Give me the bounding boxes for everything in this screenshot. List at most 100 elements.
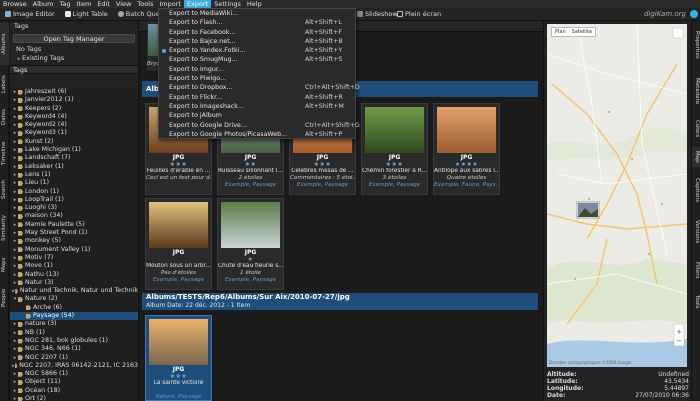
tab-maps[interactable]: Maps (0, 251, 9, 279)
chevron-right-icon[interactable]: ▸ (12, 171, 18, 179)
tag-item[interactable]: ▸ NGC 5866 (1) (10, 370, 138, 378)
digikam-logo[interactable]: digiKam.org (644, 8, 686, 21)
export-menu-item[interactable]: Export to Dropbox... Ctrl+Alt+Shift+D (159, 83, 360, 92)
chevron-right-icon[interactable]: ▸ (12, 179, 18, 187)
tag-item[interactable]: ▸ May Street Pond (1) (10, 229, 138, 237)
tag-item[interactable]: ▸ LoopTrail (1) (10, 196, 138, 204)
image-thumbnail[interactable]: JPG Mouton sous un arbr... Pas d'étoiles Ex… (145, 198, 212, 290)
chevron-right-icon[interactable]: ▸ (12, 154, 18, 162)
map-view[interactable]: + − Plan Satellite Données cartographiqu… (547, 24, 687, 367)
tab-colors[interactable]: Colors (692, 115, 700, 143)
chevron-right-icon[interactable]: ▸ (12, 287, 15, 295)
tab-tools[interactable]: Tools (692, 289, 700, 315)
tag-item[interactable]: ▸ Natur und Technik, Natur und Technik (10, 287, 138, 295)
digikam-icon[interactable] (690, 10, 698, 18)
chevron-right-icon[interactable]: ▸ (12, 354, 18, 362)
chevron-right-icon[interactable]: ▸ (12, 188, 18, 196)
tag-item[interactable]: ▸ NGC 281, bok globules (1) (10, 337, 138, 345)
chevron-right-icon[interactable]: ▸ (12, 113, 18, 121)
export-menu-item[interactable]: Export to Imgur... (159, 65, 355, 74)
chevron-right-icon[interactable]: ▸ (12, 271, 18, 279)
image-editor-button[interactable]: Image Editor (0, 8, 60, 21)
export-menu-item[interactable]: Export to Imageshack... Alt+Shift+M (159, 102, 355, 111)
tag-item[interactable]: ▸ Landschaft (7) (10, 154, 138, 162)
tag-item[interactable]: ▸ NGC 2207, IRAS 06142-2121, IC 2163 (10, 362, 138, 370)
tag-item[interactable]: ▸ Kunst (2) (10, 138, 138, 146)
tag-item[interactable]: ▸ Keyword2 (4) (10, 121, 138, 129)
tag-item[interactable]: ▸ Keyword4 (4) (10, 113, 138, 121)
tab-albums[interactable]: Albums (0, 23, 9, 65)
tag-item[interactable]: ▸ Motiv (7) (10, 254, 138, 262)
chevron-right-icon[interactable]: ▸ (12, 337, 18, 345)
tag-item[interactable]: ▸ London (1) (10, 188, 138, 196)
tag-item[interactable]: ▸ Object (11) (10, 378, 138, 386)
tab-versions[interactable]: Versions (692, 213, 700, 251)
open-tag-manager-button[interactable]: Open Tag Manager (13, 34, 135, 43)
chevron-right-icon[interactable]: ▸ (12, 138, 18, 146)
album-header-2[interactable]: Albums/TESTS/Rep6/Albums/Sur Aix/2010-07… (142, 293, 538, 310)
chevron-right-icon[interactable]: ▸ (12, 387, 18, 395)
tag-item[interactable]: ▸ NB (1) (10, 329, 138, 337)
chevron-right-icon[interactable]: ▸ (12, 229, 18, 237)
export-menu-item[interactable]: Export to Yandex.Fotki... Alt+Shift+Y (159, 46, 355, 55)
chevron-right-icon[interactable]: ▸ (12, 204, 18, 212)
tab-labels[interactable]: Labels (0, 69, 9, 99)
fullscreen-button[interactable]: Plein écran (392, 8, 446, 21)
tag-item[interactable]: ▸ Keepers (2) (10, 105, 138, 113)
chevron-right-icon[interactable]: ▸ (12, 279, 18, 287)
tag-item[interactable]: ▸ Move (1) (10, 262, 138, 270)
export-menu-item[interactable]: Export to Piwigo... (159, 74, 355, 83)
export-menu-item[interactable]: Export to Flash... Alt+Shift+L (159, 18, 355, 27)
tag-item[interactable]: ▸ Ort (2) (10, 395, 138, 401)
tab-similarity[interactable]: Similarity (0, 209, 9, 247)
tab-search[interactable]: Search (0, 175, 9, 205)
tab-people[interactable]: People (0, 283, 9, 313)
tab-captions[interactable]: Captions (692, 171, 700, 209)
tag-item[interactable]: Paysage (54) (10, 312, 138, 321)
chevron-right-icon[interactable]: ▸ (12, 246, 18, 254)
tab-map[interactable]: Map (692, 147, 700, 167)
chevron-right-icon[interactable]: ▸ (12, 146, 18, 154)
tag-tree[interactable]: ▸ Jahreszeit (6) ▸ Janvier2012 (1) ▸ Keepers … (10, 88, 138, 401)
chevron-right-icon[interactable]: ▸ (12, 196, 18, 204)
chevron-right-icon[interactable]: ▸ (12, 96, 18, 104)
chevron-down-icon[interactable]: ▾ (12, 295, 18, 303)
map-tab-plan[interactable]: Plan (552, 28, 569, 36)
tag-item[interactable]: ▸ NGC 346, N66 (1) (10, 345, 138, 353)
tab-dates[interactable]: Dates (0, 103, 9, 131)
chevron-right-icon[interactable]: ▸ (12, 221, 18, 229)
chevron-right-icon[interactable]: ▸ (12, 121, 18, 129)
tag-item[interactable]: ▸ Lake Michigan (1) (10, 146, 138, 154)
chevron-right-icon[interactable]: ▸ (12, 105, 18, 113)
tag-item[interactable]: ▸ Jahreszeit (6) (10, 88, 138, 96)
tag-item[interactable]: ▸ Luoghi (3) (10, 204, 138, 212)
image-thumbnail[interactable]: JPG ★★★★ Antilope aux sabres i... Quatre ét… (433, 103, 500, 195)
chevron-right-icon[interactable]: ▸ (12, 129, 18, 137)
chevron-right-icon[interactable]: ▸ (12, 370, 18, 378)
chevron-right-icon[interactable]: ▸ (12, 378, 18, 386)
menu-help[interactable]: Help (244, 0, 265, 8)
tab-metadata[interactable]: Metadata (692, 71, 700, 111)
export-menu-item[interactable]: Export to MediaWiki... (159, 9, 355, 18)
tag-item[interactable]: ▸ monkey (5) (10, 237, 138, 245)
export-menu-item[interactable]: Export to Bajce.net... Alt+Shift+B (159, 37, 355, 46)
tag-item[interactable]: ▸ Lens (1) (10, 171, 138, 179)
image-thumbnail[interactable]: JPG ★★★ Chemin forestier à R... 3 étoiles Ex… (361, 103, 428, 195)
chevron-right-icon[interactable]: ▸ (12, 320, 18, 328)
tab-properties[interactable]: Properties (692, 23, 700, 67)
tag-item[interactable]: ▸ Monument Valley (1) (10, 246, 138, 254)
export-menu-item[interactable]: Export to Google Photos/PicasaWeb... Alt+… (159, 130, 355, 139)
chevron-right-icon[interactable]: ▸ (12, 237, 18, 245)
export-menu-item[interactable]: Export to Facebook... Alt+Shift+F (159, 28, 355, 37)
tab-filters[interactable]: Filters (692, 255, 700, 285)
chevron-right-icon[interactable]: ▸ (12, 329, 18, 337)
no-tags-item[interactable]: No Tags (10, 45, 138, 54)
chevron-right-icon[interactable]: ▸ (12, 395, 18, 401)
tag-item[interactable]: ▾ Nature (2) (10, 295, 138, 303)
existing-tags-item[interactable]: ▸ Existing Tags (10, 54, 138, 63)
chevron-right-icon[interactable]: ▸ (12, 345, 18, 353)
tags-column-header[interactable]: Tags (10, 65, 138, 74)
light-table-button[interactable]: Light Table (60, 8, 113, 21)
tag-item[interactable]: ▸ Mamie Paulette (5) (10, 221, 138, 229)
export-menu-item[interactable]: Export to SmugMug... Alt+Shift+S (159, 55, 355, 64)
